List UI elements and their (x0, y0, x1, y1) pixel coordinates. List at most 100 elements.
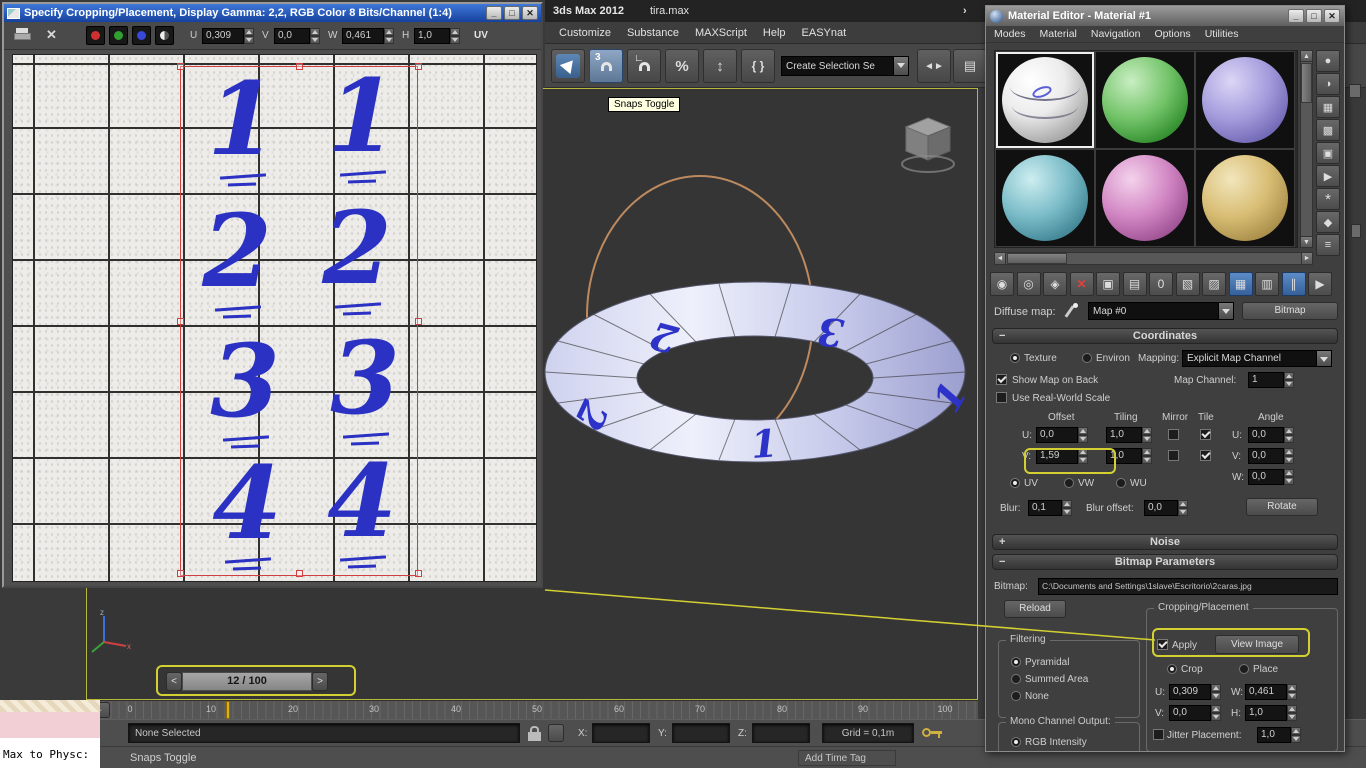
filter-none-radio[interactable] (1011, 691, 1021, 701)
previous-frame-button[interactable]: < (166, 672, 182, 691)
bitmap-path-button[interactable]: C:\Documents and Settings\1slave\Escrito… (1038, 578, 1338, 595)
clone-icon[interactable]: ✕ (46, 27, 57, 43)
place-radio[interactable] (1239, 664, 1249, 674)
rotate-button[interactable]: Rotate (1246, 498, 1318, 516)
view-image-button[interactable]: View Image (1215, 635, 1299, 654)
red-channel-button[interactable] (86, 26, 105, 45)
uv-mode-label[interactable]: UV (474, 30, 488, 41)
show-background-button[interactable]: ▧ (1175, 272, 1200, 296)
u-mirror-checkbox[interactable] (1168, 429, 1179, 440)
crop-handle-tl[interactable] (177, 63, 184, 70)
x-field[interactable] (592, 723, 650, 743)
use-real-world-checkbox[interactable] (996, 392, 1007, 403)
chevron-down-icon[interactable] (1218, 303, 1233, 319)
menu-help[interactable]: Help (755, 25, 794, 41)
put-material-to-scene-button[interactable]: ◎ (1016, 272, 1041, 296)
scroll-down-icon[interactable]: ▼ (1300, 236, 1313, 248)
menu-easynat[interactable]: EASYnat (794, 25, 855, 41)
sample-uv-tiling-button[interactable]: ▩ (1316, 119, 1340, 141)
crop-handle-tr[interactable] (415, 63, 422, 70)
scroll-thumb[interactable] (1007, 253, 1067, 264)
chevron-down-icon[interactable] (893, 57, 908, 75)
spinner-icon[interactable] (310, 28, 320, 44)
spinner-icon[interactable] (1142, 448, 1152, 464)
bitmap-preview[interactable]: 1 1 2 2 3 3 4 4 (12, 54, 537, 582)
next-frame-button[interactable]: > (312, 672, 328, 691)
spinner-icon[interactable] (1078, 427, 1088, 443)
show-map-on-back-checkbox[interactable] (996, 374, 1007, 385)
crop-title-bar[interactable]: Specify Cropping/Placement, Display Gamm… (4, 4, 541, 22)
menu-maxscript[interactable]: MAXScript (687, 25, 755, 41)
mirror-button[interactable]: ◄► (917, 49, 951, 83)
noise-rollout-header[interactable]: + Noise (992, 534, 1338, 550)
spinner-icon[interactable] (1178, 500, 1188, 516)
sample-slot-2[interactable] (1095, 51, 1195, 149)
environ-radio[interactable] (1082, 353, 1092, 363)
green-channel-button[interactable] (109, 26, 128, 45)
spinner-icon[interactable] (1291, 727, 1301, 743)
save-image-icon[interactable] (14, 28, 32, 42)
go-to-parent-button[interactable]: ∥ (1281, 272, 1306, 296)
crop-radio[interactable] (1167, 664, 1177, 674)
spinner-icon[interactable] (1284, 372, 1294, 388)
v-mirror-checkbox[interactable] (1168, 450, 1179, 461)
crop-handle-bl[interactable] (177, 570, 184, 577)
backlight-button[interactable]: ◑ (1316, 73, 1340, 95)
crop-handle-bm[interactable] (296, 570, 303, 577)
uv-radio[interactable] (1010, 478, 1020, 488)
frame-display[interactable]: 12 / 100 (182, 672, 312, 691)
u-tiling-field[interactable]: 1,0 (1106, 427, 1152, 443)
jitter-placement-checkbox[interactable] (1153, 729, 1164, 740)
filter-pyramidal-radio[interactable] (1011, 657, 1021, 667)
v-tile-checkbox[interactable] (1200, 450, 1211, 461)
coordinates-rollout-header[interactable]: − Coordinates (992, 328, 1338, 344)
minimize-button[interactable]: _ (486, 6, 502, 20)
blur-field[interactable]: 0,1 (1028, 500, 1072, 516)
select-and-place-button[interactable] (551, 49, 585, 83)
texture-radio[interactable] (1010, 353, 1020, 363)
edge-icon-2[interactable] (1351, 224, 1361, 238)
crop-w-field[interactable]: 0,461 (342, 28, 394, 44)
spinner-icon[interactable] (384, 28, 394, 44)
crop-h-field[interactable]: 1,0 (414, 28, 460, 44)
v-offset-field[interactable]: 1,59 (1036, 448, 1088, 464)
me-menu-navigation[interactable]: Navigation (1084, 28, 1148, 40)
menu-substance[interactable]: Substance (619, 25, 687, 41)
named-selection-dropdown[interactable]: Create Selection Se (781, 56, 909, 76)
blue-channel-button[interactable] (132, 26, 151, 45)
close-button[interactable]: ✕ (1324, 9, 1340, 23)
vw-radio[interactable] (1064, 478, 1074, 488)
wu-radio[interactable] (1116, 478, 1126, 488)
map-name-dropdown[interactable]: Map #0 (1088, 302, 1234, 320)
titlebar-overflow-icon[interactable]: › (963, 5, 967, 17)
bitmap-parameters-rollout-header[interactable]: − Bitmap Parameters (992, 554, 1338, 570)
me-menu-material[interactable]: Material (1033, 28, 1084, 40)
crop-u-field[interactable]: 0,309 (202, 28, 254, 44)
spinner-icon[interactable] (1284, 427, 1294, 443)
minimize-button[interactable]: _ (1288, 9, 1304, 23)
make-material-copy-button[interactable]: ▣ (1096, 272, 1120, 296)
spinner-icon[interactable] (1062, 500, 1072, 516)
scroll-right-icon[interactable]: ► (1301, 252, 1313, 265)
me-menu-utilities[interactable]: Utilities (1198, 28, 1246, 40)
absolute-mode-button[interactable] (548, 724, 564, 742)
percent-snap-button[interactable]: % (665, 49, 699, 83)
background-button[interactable]: ▦ (1316, 96, 1340, 118)
maxscript-mini-listener[interactable]: Max to Physc: (0, 700, 100, 768)
selection-lock-icon[interactable] (528, 726, 542, 741)
align-button[interactable]: ▤ (953, 49, 987, 83)
show-map-in-viewport-button[interactable]: ▦ (1228, 272, 1253, 296)
spinner-snap-button[interactable]: ↕ (703, 49, 737, 83)
key-icon[interactable] (922, 727, 944, 739)
pick-material-eyedropper-icon[interactable] (1064, 303, 1080, 319)
material-id-channel-button[interactable]: 0 (1149, 272, 1173, 296)
crop-h-field[interactable]: 1,0 (1245, 705, 1297, 721)
scroll-left-icon[interactable]: ◄ (994, 252, 1006, 265)
crop-w-field[interactable]: 0,461 (1245, 684, 1297, 700)
show-end-result-button[interactable]: ▥ (1255, 272, 1279, 296)
video-color-check-button[interactable]: ▣ (1316, 142, 1340, 164)
u-angle-field[interactable]: 0,0 (1248, 427, 1294, 443)
chevron-down-icon[interactable] (1316, 351, 1331, 366)
angle-snap-button[interactable]: ∟ (627, 49, 661, 83)
scroll-up-icon[interactable]: ▲ (1300, 50, 1313, 62)
